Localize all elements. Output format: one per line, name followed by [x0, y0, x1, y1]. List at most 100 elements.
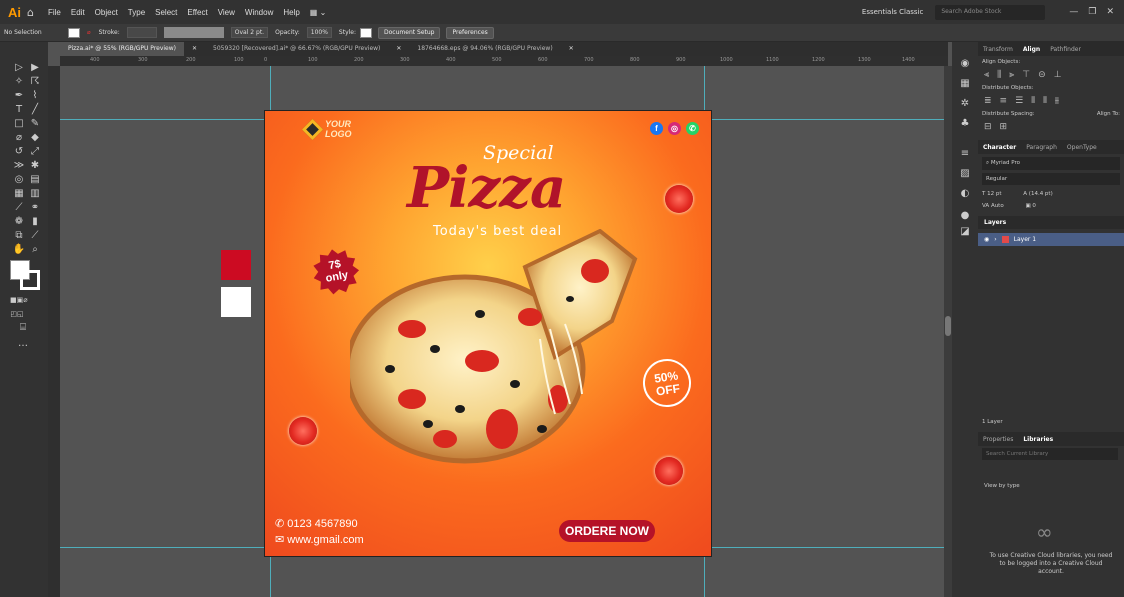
- zoom-tool-icon[interactable]: ⌕: [28, 244, 42, 256]
- gradient-tool-icon[interactable]: ▥: [28, 188, 42, 200]
- library-search-input[interactable]: Search Current Library: [982, 448, 1118, 460]
- stroke-none-icon[interactable]: ⌀: [87, 29, 91, 36]
- draw-mode-icon[interactable]: ◰◱: [10, 308, 24, 320]
- eyedropper-icon[interactable]: ⟋: [12, 202, 26, 214]
- menu-edit[interactable]: Edit: [71, 8, 85, 17]
- scale-tool-icon[interactable]: ⤢: [28, 146, 42, 158]
- gradient-panel-icon[interactable]: ▨: [958, 168, 972, 180]
- align-hcenter-icon[interactable]: ⫼: [997, 70, 1001, 80]
- lasso-icon[interactable]: ☈: [28, 76, 42, 88]
- font-size-field[interactable]: 12 pt: [987, 191, 1001, 197]
- layers-panel-header[interactable]: Layers: [978, 216, 1124, 229]
- brushes-panel-icon[interactable]: ✲: [958, 98, 972, 110]
- layer-row[interactable]: ◉ › Layer 1: [978, 233, 1124, 246]
- visibility-eye-icon[interactable]: ◉: [984, 236, 989, 243]
- doc-tab-recovered[interactable]: 5059320 [Recovered].ai* @ 66.67% (RGB/GP…: [205, 42, 388, 56]
- tab-paragraph[interactable]: Paragraph: [1021, 144, 1062, 151]
- distribute-bottom-icon[interactable]: ☰: [1015, 96, 1023, 106]
- preferences-button[interactable]: Preferences: [446, 26, 494, 39]
- curvature-tool-icon[interactable]: ⌇: [28, 90, 42, 102]
- color-panel-icon[interactable]: ◉: [958, 58, 972, 70]
- selection-tool-icon[interactable]: ▷: [12, 62, 26, 74]
- line-tool-icon[interactable]: ╱: [28, 104, 42, 116]
- spacing-vertical-icon[interactable]: ⊟: [984, 122, 992, 132]
- font-family-select[interactable]: ⌕ Myriad Pro: [982, 157, 1120, 170]
- pen-tool-icon[interactable]: ✒: [12, 90, 26, 102]
- artboard-tool-icon[interactable]: ⧉: [12, 230, 26, 242]
- type-tool-icon[interactable]: T: [12, 104, 26, 116]
- width-tool-icon[interactable]: ≫: [12, 160, 26, 172]
- magic-wand-icon[interactable]: ✧: [12, 76, 26, 88]
- artboard-poster[interactable]: YOUR LOGO f ◎ ✆ Special Pizza Today's be…: [264, 110, 712, 557]
- rectangle-tool-icon[interactable]: □: [12, 118, 26, 130]
- align-vcenter-icon[interactable]: ⊝: [1038, 70, 1046, 80]
- stroke-panel-icon[interactable]: ≡: [958, 148, 972, 160]
- kerning-field[interactable]: Auto: [991, 203, 1004, 209]
- rotate-tool-icon[interactable]: ↺: [12, 146, 26, 158]
- free-transform-icon[interactable]: ✱: [28, 160, 42, 172]
- stock-search-input[interactable]: Search Adobe Stock: [935, 4, 1046, 20]
- distribute-right-icon[interactable]: ⫵: [1055, 96, 1059, 106]
- spacing-horizontal-icon[interactable]: ⊞: [1000, 122, 1008, 132]
- menu-object[interactable]: Object: [95, 8, 118, 17]
- tab-align[interactable]: Align: [1018, 46, 1045, 53]
- menu-select[interactable]: Select: [155, 8, 177, 17]
- slice-tool-icon[interactable]: ⟋: [28, 230, 42, 242]
- mesh-tool-icon[interactable]: ▦: [12, 188, 26, 200]
- menu-type[interactable]: Type: [128, 8, 145, 17]
- tab-transform[interactable]: Transform: [978, 46, 1018, 53]
- distribute-vcenter-icon[interactable]: ≡: [1000, 96, 1008, 106]
- scroll-thumb[interactable]: [945, 316, 951, 336]
- white-color-swatch[interactable]: [221, 287, 251, 317]
- document-setup-button[interactable]: Document Setup: [378, 26, 441, 39]
- screen-mode-icon[interactable]: ⌸: [16, 322, 30, 334]
- tab-pathfinder[interactable]: Pathfinder: [1045, 46, 1086, 53]
- distribute-top-icon[interactable]: ≣: [984, 96, 992, 106]
- paintbrush-icon[interactable]: ✎: [28, 118, 42, 130]
- brush-select[interactable]: Oval 2 pt.: [230, 27, 269, 38]
- workspace-switcher[interactable]: Essentials Classic: [862, 8, 923, 16]
- distribute-left-icon[interactable]: ⦀: [1031, 96, 1035, 106]
- align-bottom-icon[interactable]: ⊥: [1054, 70, 1062, 80]
- menu-help[interactable]: Help: [283, 8, 299, 17]
- perspective-grid-icon[interactable]: ▤: [28, 174, 42, 186]
- graph-tool-icon[interactable]: ▮: [28, 216, 42, 228]
- vertical-ruler[interactable]: [48, 66, 60, 597]
- graphic-styles-icon[interactable]: ◪: [958, 226, 972, 238]
- symbol-sprayer-icon[interactable]: ❁: [12, 216, 26, 228]
- symbols-panel-icon[interactable]: ♣: [958, 118, 972, 130]
- eraser-icon[interactable]: ◆: [28, 132, 42, 144]
- menu-effect[interactable]: Effect: [187, 8, 207, 17]
- transparency-panel-icon[interactable]: ◐: [958, 188, 972, 200]
- view-by-select[interactable]: View by type: [980, 480, 1024, 492]
- tab-opentype[interactable]: OpenType: [1062, 144, 1102, 151]
- tracking-field[interactable]: 0: [1032, 203, 1036, 209]
- menu-file[interactable]: File: [48, 8, 61, 17]
- close-icon[interactable]: ✕: [1106, 7, 1114, 17]
- stroke-weight-field[interactable]: [126, 27, 157, 38]
- tab-properties[interactable]: Properties: [978, 436, 1018, 443]
- horizontal-ruler[interactable]: 400 300 200 100 0 100 200 300 400 500 60…: [60, 56, 948, 66]
- tab-close-icon[interactable]: ✕: [388, 42, 409, 56]
- graphic-style-swatch[interactable]: [360, 27, 373, 38]
- expand-chevron-icon[interactable]: ›: [994, 236, 996, 243]
- maximize-icon[interactable]: ❐: [1088, 7, 1096, 17]
- red-color-swatch[interactable]: [221, 250, 251, 280]
- align-right-icon[interactable]: ⫸: [1009, 70, 1014, 80]
- tab-close-icon[interactable]: ✕: [184, 42, 205, 56]
- more-tools-icon[interactable]: …: [16, 338, 30, 350]
- shape-builder-icon[interactable]: ◎: [12, 174, 26, 186]
- appearance-panel-icon[interactable]: ●: [958, 210, 972, 222]
- fill-swatch[interactable]: [68, 27, 80, 38]
- doc-tab-eps[interactable]: 18764668.eps @ 94.06% (RGB/GPU Preview): [409, 42, 560, 56]
- swatches-panel-icon[interactable]: ▦: [958, 78, 972, 90]
- opacity-field[interactable]: 100%: [306, 27, 332, 38]
- font-style-select[interactable]: Regular: [982, 173, 1120, 185]
- minimize-icon[interactable]: —: [1069, 7, 1078, 17]
- align-top-icon[interactable]: ⊤: [1022, 70, 1030, 80]
- blend-tool-icon[interactable]: ⚭: [28, 202, 42, 214]
- tab-close-icon[interactable]: ✕: [561, 42, 582, 56]
- stroke-color-swatch[interactable]: [20, 270, 40, 290]
- leading-field[interactable]: (14.4 pt): [1029, 191, 1053, 197]
- menu-view[interactable]: View: [218, 8, 235, 17]
